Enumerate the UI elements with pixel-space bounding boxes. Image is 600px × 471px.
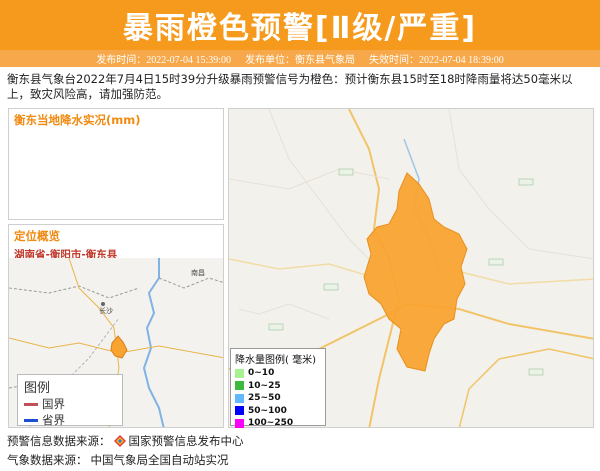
legend-row-national-border: 国界 [24,396,116,412]
map-label-nanchang: 南昌 [191,268,205,277]
expire-time: 失效时间：2022-07-04 18:39:00 [369,55,504,66]
weather-source-line: 气象数据来源： 中国气象局全国自动站实况 [7,452,229,468]
overview-legend: 图例 国界 省界 [17,374,123,427]
weather-source-label: 气象数据来源： [7,453,88,467]
legend-swatch-4 [235,418,244,428]
warning-title: 暴雨橙色预警[Ⅱ级/严重] [122,11,478,46]
publisher: 发布单位：衡东县气象局 [245,55,355,66]
rainfall-panel-title: 衡东当地降水实况(mm) [14,113,141,127]
national-border-line-icon [24,402,38,406]
publish-time: 发布时间：2022-07-04 15:39:00 [96,55,231,66]
warning-center-logo-icon [113,435,126,447]
warning-source-name[interactable]: 国家预警信息发布中心 [129,433,244,449]
precipitation-legend-title: 降水量图例( 毫米) [235,355,316,366]
warning-source-label: 预警信息数据来源： [7,434,111,448]
legend-swatch-2 [235,393,244,403]
warning-banner: 暴雨橙色预警[Ⅱ级/严重] [0,0,600,50]
weather-source-name: 中国气象局全国自动站实况 [90,453,229,467]
warning-meta-bar: 发布时间：2022-07-04 15:39:00 发布单位：衡东县气象局 失效时… [0,50,600,67]
legend-row-1: 10~25 [235,380,321,393]
legend-swatch-3 [235,406,244,416]
overview-legend-title: 图例 [24,381,51,396]
legend-swatch-0 [235,368,244,378]
warning-description: 衡东县气象台2022年7月4日15时39分升级暴雨预警信号为橙色：预计衡东县15… [7,72,573,101]
rainfall-panel: 衡东当地降水实况(mm) [8,108,224,220]
warning-source-line: 预警信息数据来源： 国家预警信息发布中心 [7,433,244,449]
map-label-changsha: 长沙 [99,306,113,315]
legend-row-0: 0~10 [235,367,321,380]
legend-row-2: 25~50 [235,392,321,405]
legend-row-4: 100~250 [235,417,321,430]
location-panel-title: 定位概览 [14,229,60,243]
legend-swatch-1 [235,381,244,391]
legend-row-3: 50~100 [235,405,321,418]
legend-row-provincial-border: 省界 [24,412,116,427]
precipitation-legend: 降水量图例( 毫米) 0~10 10~25 25~50 50~100 100~2… [230,348,326,428]
provincial-border-line-icon [24,418,38,422]
location-overview-panel: 定位概览 湖南省-衡阳市-衡东县 长沙 南昌 图例 国界 省界 [8,224,224,428]
